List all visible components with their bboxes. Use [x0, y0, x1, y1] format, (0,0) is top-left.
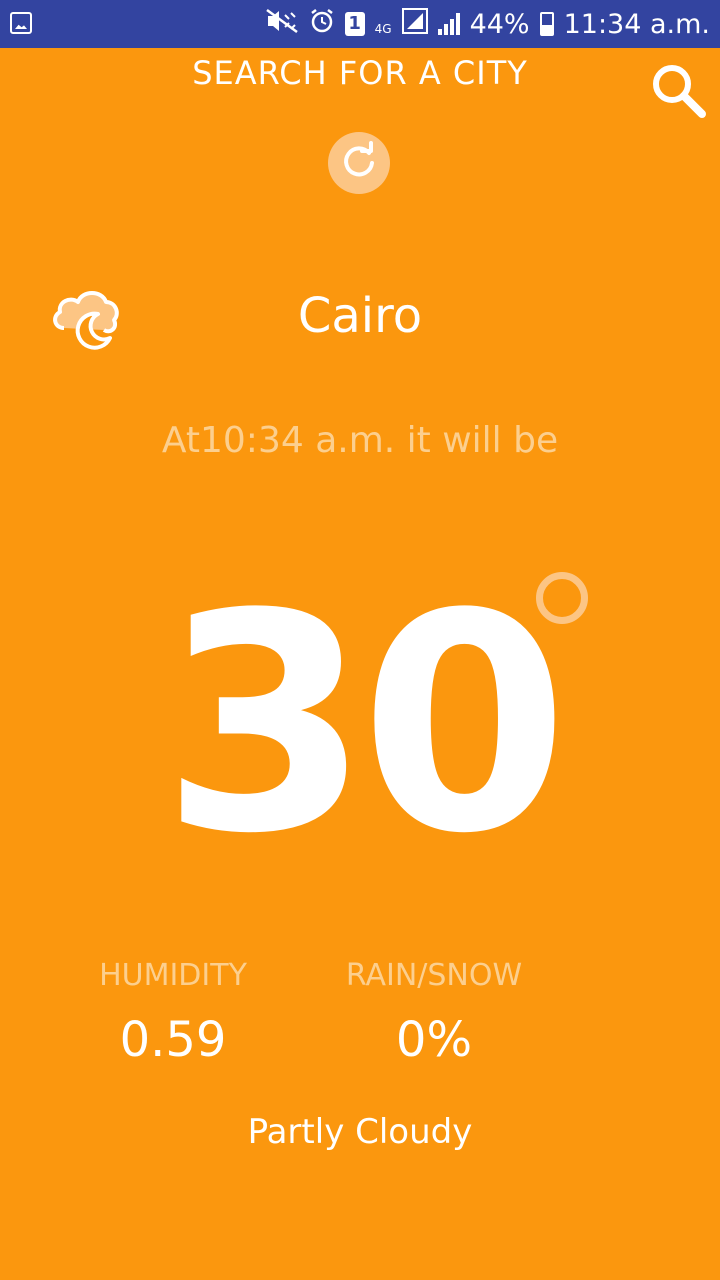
battery-percent: 44% — [469, 8, 530, 40]
precip-label: RAIN/SNOW — [345, 958, 523, 993]
gallery-icon — [10, 12, 32, 34]
search-icon[interactable] — [648, 60, 708, 120]
forecast-time-text: At10:34 a.m. it will be — [161, 420, 559, 461]
mute-vibrate-icon — [265, 8, 299, 41]
search-city-title[interactable]: SEARCH FOR A CITY — [0, 54, 720, 92]
4g-icon: 4G — [375, 9, 392, 40]
degree-icon — [536, 572, 588, 624]
status-time: 11:34 a.m. — [563, 8, 710, 40]
humidity-label: HUMIDITY — [99, 958, 247, 993]
temperature-value: 30 — [161, 550, 568, 899]
sim1-icon: 1 — [344, 12, 365, 36]
weather-condition: Partly Cloudy — [247, 1112, 473, 1152]
battery-icon — [539, 12, 554, 36]
signal-icon — [401, 7, 428, 41]
signal-bars-icon — [437, 13, 460, 35]
humidity-value: 0.59 — [119, 1012, 227, 1068]
refresh-icon — [339, 141, 379, 185]
precip-value: 0% — [395, 1012, 473, 1068]
refresh-button[interactable] — [328, 132, 390, 194]
status-bar: 1 4G 44% 11:34 a.m. — [0, 0, 720, 48]
network-label: 4G — [374, 21, 392, 36]
alarm-icon — [309, 8, 335, 41]
status-icons: 1 4G 44% 11:34 a.m. — [265, 6, 710, 42]
city-name: Cairo — [297, 288, 423, 344]
